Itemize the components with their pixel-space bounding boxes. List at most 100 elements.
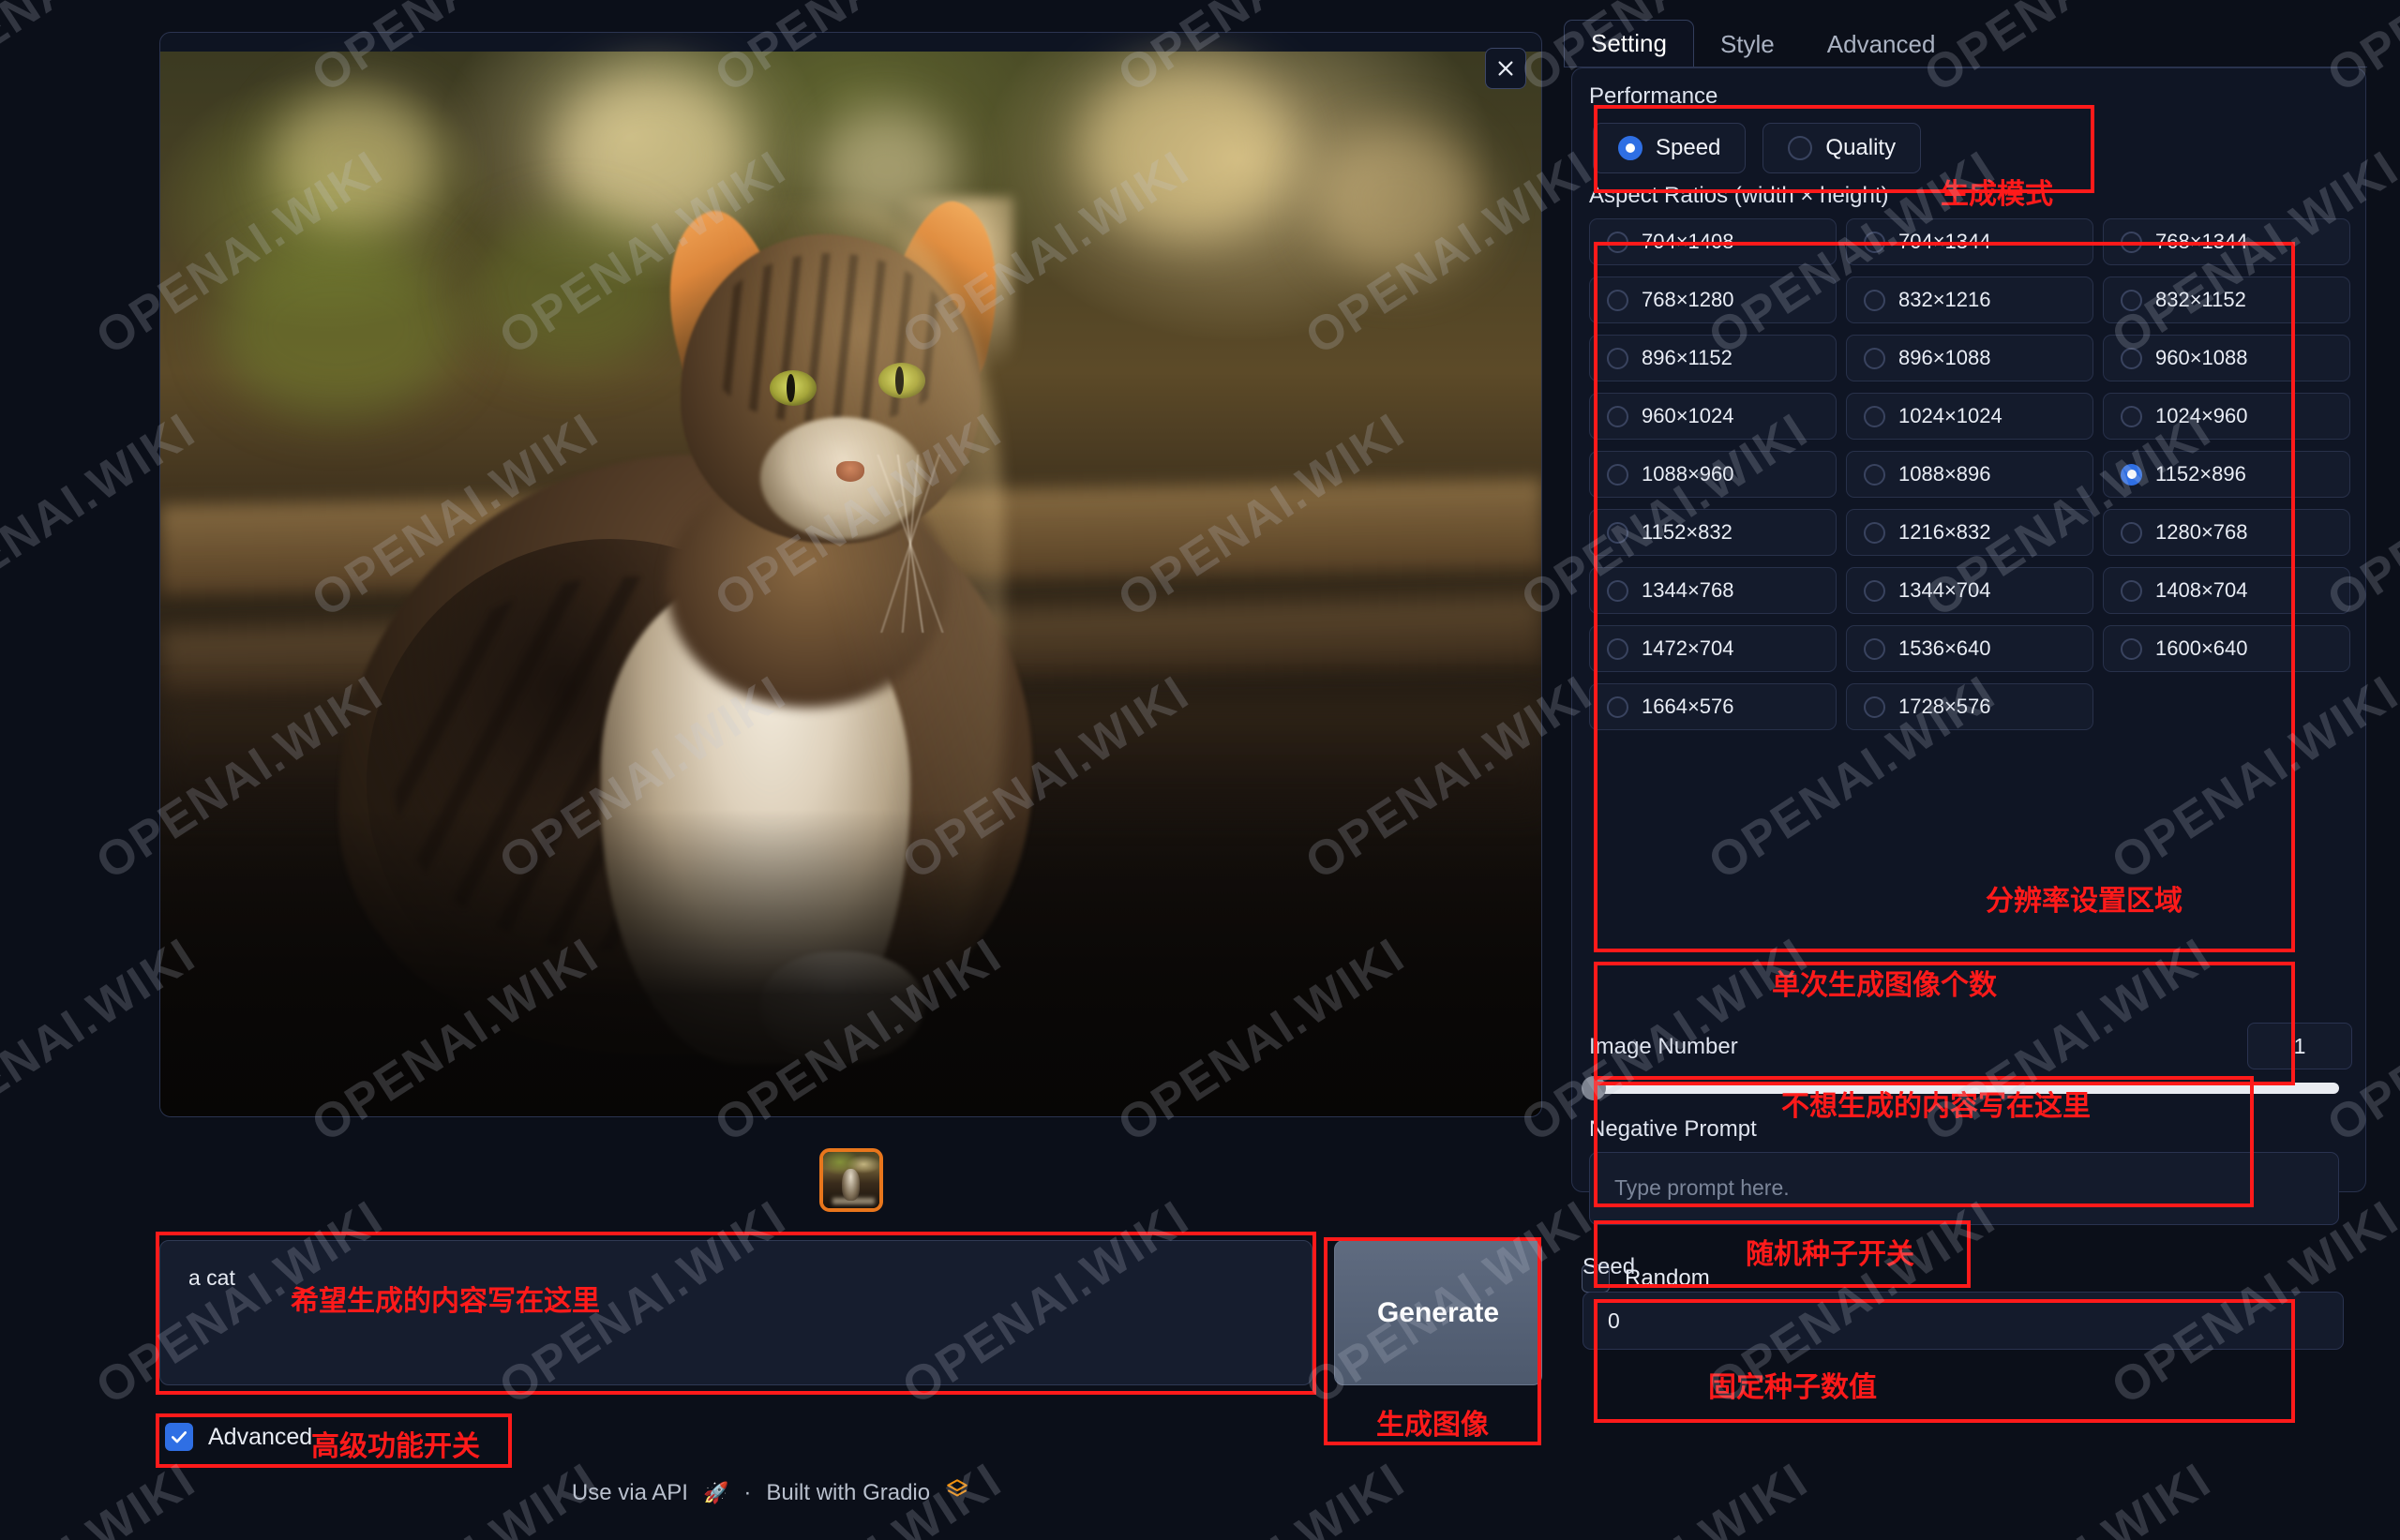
settings-panel: Performance Speed Quality Aspect Ratios … xyxy=(1571,67,2366,1293)
aspect-ratio-label: 1728×576 xyxy=(1898,695,1991,718)
aspect-ratio-label: 1216×832 xyxy=(1898,520,1991,544)
rocket-icon: 🚀 xyxy=(702,1480,729,1504)
aspect-ratio-option[interactable]: 896×1088 xyxy=(1846,335,2093,381)
aspect-ratio-option[interactable]: 1472×704 xyxy=(1589,625,1837,672)
aspect-ratio-option[interactable]: 1664×576 xyxy=(1589,683,1837,730)
aspect-ratio-option[interactable]: 1344×704 xyxy=(1846,567,2093,614)
right-pane: Setting Style Advanced Performance Speed… xyxy=(1556,0,2400,1540)
footer-separator: · xyxy=(743,1479,752,1505)
radio-unselected-icon xyxy=(1607,405,1628,427)
aspect-ratio-option[interactable]: 1152×896 xyxy=(2103,451,2350,498)
aspect-ratio-label: 1088×896 xyxy=(1898,462,1991,486)
seed-input[interactable]: 0 xyxy=(1582,1292,2344,1350)
image-number-value[interactable]: 1 xyxy=(2247,1023,2352,1069)
aspect-ratio-option[interactable]: 960×1088 xyxy=(2103,335,2350,381)
radio-unselected-icon xyxy=(2121,521,2142,544)
prompt-row: a cat Generate xyxy=(159,1240,1542,1399)
aspect-ratio-label: 1152×832 xyxy=(1642,520,1732,544)
aspect-ratio-option[interactable]: 1280×768 xyxy=(2103,509,2350,556)
radio-unselected-icon xyxy=(1607,289,1628,311)
image-viewport xyxy=(160,33,1541,1116)
aspect-ratio-label: 1024×960 xyxy=(2155,404,2248,427)
aspect-ratio-option[interactable]: 1216×832 xyxy=(1846,509,2093,556)
use-via-api-link[interactable]: Use via API xyxy=(572,1480,688,1506)
image-number-group: Image Number 1 xyxy=(1582,1023,2358,1101)
performance-option-label: Speed xyxy=(1656,135,1721,160)
aspect-ratio-label: 832×1152 xyxy=(2155,288,2246,311)
radio-unselected-icon xyxy=(1864,347,1885,369)
radio-unselected-icon xyxy=(1864,521,1885,544)
thumbnail-strip xyxy=(159,1143,1542,1218)
radio-unselected-icon xyxy=(1607,521,1628,544)
prompt-input[interactable]: a cat xyxy=(159,1240,1312,1385)
aspect-ratio-label: 1280×768 xyxy=(2155,520,2248,544)
tab-advanced[interactable]: Advanced xyxy=(1801,22,1962,67)
aspect-ratio-label: 1600×640 xyxy=(2155,636,2248,660)
aspect-ratio-option[interactable]: 832×1216 xyxy=(1846,277,2093,323)
seed-label: Seed xyxy=(1582,1254,1636,1279)
aspect-ratio-option[interactable]: 1536×640 xyxy=(1846,625,2093,672)
aspect-ratio-label: 896×1152 xyxy=(1642,346,1732,369)
aspect-ratio-option[interactable]: 1728×576 xyxy=(1846,683,2093,730)
aspect-ratio-label: 896×1088 xyxy=(1898,346,1991,369)
aspect-ratio-option[interactable]: 1408×704 xyxy=(2103,567,2350,614)
app-root: a cat Generate Advanced Use via API 🚀 · … xyxy=(0,0,2400,1540)
aspect-ratio-option[interactable]: 768×1280 xyxy=(1589,277,1837,323)
radio-unselected-icon xyxy=(2121,289,2142,311)
performance-group: Performance Speed Quality xyxy=(1589,83,2350,177)
image-number-slider-handle[interactable] xyxy=(1582,1076,1606,1100)
performance-option-speed[interactable]: Speed xyxy=(1593,123,1747,173)
image-thumbnail[interactable] xyxy=(818,1148,883,1212)
built-with-gradio-link[interactable]: Built with Gradio xyxy=(766,1480,930,1506)
radio-unselected-icon xyxy=(1864,695,1885,718)
radio-unselected-icon xyxy=(2121,405,2142,427)
aspect-ratio-option[interactable]: 1024×960 xyxy=(2103,393,2350,440)
aspect-ratio-label: 832×1216 xyxy=(1898,288,1991,311)
radio-selected-icon xyxy=(1618,136,1642,160)
radio-unselected-icon xyxy=(1607,637,1628,660)
tab-setting[interactable]: Setting xyxy=(1564,20,1694,67)
aspect-ratio-option[interactable]: 768×1344 xyxy=(2103,218,2350,265)
aspect-ratio-option[interactable]: 1344×768 xyxy=(1589,567,1837,614)
image-number-slider-track[interactable] xyxy=(1589,1083,2339,1094)
radio-unselected-icon xyxy=(1864,579,1885,602)
aspect-ratio-option[interactable]: 1600×640 xyxy=(2103,625,2350,672)
aspect-ratio-option[interactable]: 896×1152 xyxy=(1589,335,1837,381)
aspect-ratio-option[interactable]: 704×1408 xyxy=(1589,218,1837,265)
aspect-ratio-option[interactable]: 832×1152 xyxy=(2103,277,2350,323)
radio-unselected-icon xyxy=(1864,463,1885,486)
negative-prompt-label: Negative Prompt xyxy=(1589,1116,1757,1142)
aspect-ratio-option[interactable]: 704×1344 xyxy=(1846,218,2093,265)
radio-unselected-icon xyxy=(2121,637,2142,660)
aspect-ratio-option[interactable]: 1024×1024 xyxy=(1846,393,2093,440)
aspect-ratios-grid: 704×1408 704×1344 768×1344 768×1280 832×1216… xyxy=(1589,218,2350,730)
aspect-ratio-label: 1088×960 xyxy=(1642,462,1734,486)
aspect-ratio-option[interactable]: 1088×896 xyxy=(1846,451,2093,498)
radio-unselected-icon xyxy=(1864,405,1885,427)
generate-button[interactable]: Generate xyxy=(1334,1240,1542,1385)
aspect-ratio-label: 1344×704 xyxy=(1898,578,1991,602)
image-number-label: Image Number xyxy=(1589,1034,1738,1059)
radio-unselected-icon xyxy=(2121,347,2142,369)
radio-unselected-icon xyxy=(1864,289,1885,311)
left-pane: a cat Generate Advanced Use via API 🚀 · … xyxy=(0,0,1542,1540)
aspect-ratio-option[interactable]: 1152×832 xyxy=(1589,509,1837,556)
tab-style[interactable]: Style xyxy=(1694,22,1801,67)
negative-prompt-input[interactable]: Type prompt here. xyxy=(1589,1152,2339,1225)
aspect-ratio-label: 1536×640 xyxy=(1898,636,1991,660)
aspect-ratio-label: 704×1344 xyxy=(1898,230,1991,253)
close-icon[interactable] xyxy=(1485,48,1526,89)
aspect-ratio-option[interactable]: 1088×960 xyxy=(1589,451,1837,498)
aspect-ratio-option[interactable]: 960×1024 xyxy=(1589,393,1837,440)
aspect-ratio-label: 1152×896 xyxy=(2155,462,2246,486)
generated-image-card xyxy=(159,32,1542,1117)
radio-unselected-icon xyxy=(2121,231,2142,253)
advanced-checkbox[interactable] xyxy=(165,1423,193,1451)
aspect-ratio-label: 1024×1024 xyxy=(1898,404,2002,427)
radio-unselected-icon xyxy=(1607,347,1628,369)
radio-unselected-icon xyxy=(1864,637,1885,660)
advanced-toggle-row: Advanced xyxy=(165,1423,312,1451)
tab-bar: Setting Style Advanced xyxy=(1564,20,1962,67)
performance-option-label: Quality xyxy=(1825,135,1897,160)
performance-option-quality[interactable]: Quality xyxy=(1762,123,1922,173)
